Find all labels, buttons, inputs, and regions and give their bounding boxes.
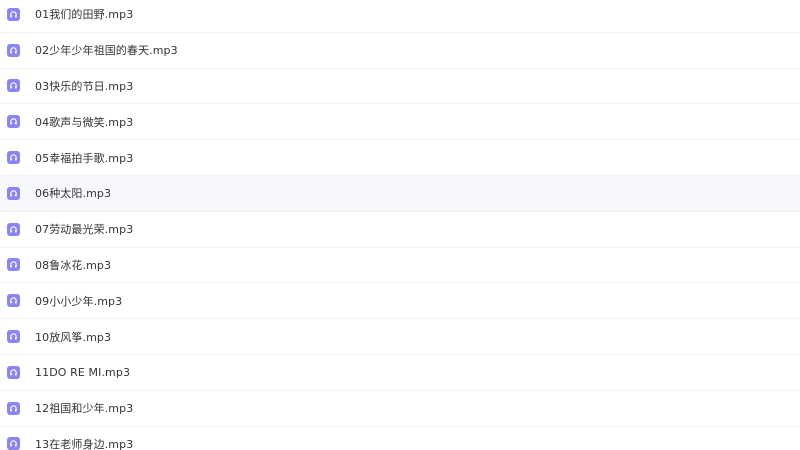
file-row[interactable]: 01我们的田野.mp3 <box>0 0 800 33</box>
file-row[interactable]: 08鲁冰花.mp3 <box>0 247 800 284</box>
file-name: 11DO RE MI.mp3 <box>35 365 131 379</box>
headphones-icon <box>7 401 20 415</box>
headphones-icon <box>7 7 20 21</box>
file-name: 04歌声与微笑.mp3 <box>35 115 134 129</box>
headphones-icon <box>7 186 20 200</box>
file-row[interactable]: 13在老师身边.mp3 <box>0 426 800 450</box>
headphones-icon <box>7 151 20 165</box>
file-row[interactable]: 10放风筝.mp3 <box>0 319 800 355</box>
file-row[interactable]: 05幸福拍手歌.mp3 <box>0 140 800 176</box>
headphones-icon <box>7 258 20 272</box>
file-row[interactable]: 06种太阳.mp3 <box>0 176 800 212</box>
file-row[interactable]: 09小小少年.mp3 <box>0 283 800 320</box>
headphones-icon <box>7 79 20 93</box>
file-name: 08鲁冰花.mp3 <box>35 258 112 272</box>
file-list: 01我们的田野.mp3 02少年少年祖国的春天.mp3 03快乐的节日.mp3 04歌… <box>0 0 800 450</box>
file-name: 03快乐的节日.mp3 <box>35 79 134 93</box>
headphones-icon <box>7 222 20 236</box>
file-name: 10放风筝.mp3 <box>35 330 112 344</box>
file-name: 01我们的田野.mp3 <box>35 8 134 22</box>
file-name: 13在老师身边.mp3 <box>35 437 134 450</box>
file-row[interactable]: 03快乐的节日.mp3 <box>0 68 800 105</box>
file-name: 07劳动最光荣.mp3 <box>35 223 134 237</box>
headphones-icon <box>7 43 20 57</box>
file-row[interactable]: 12祖国和少年.mp3 <box>0 390 800 427</box>
file-row[interactable]: 02少年少年祖国的春天.mp3 <box>0 32 800 69</box>
file-row[interactable]: 11DO RE MI.mp3 <box>0 355 800 391</box>
file-row[interactable]: 07劳动最光荣.mp3 <box>0 211 800 248</box>
file-name: 02少年少年祖国的春天.mp3 <box>35 44 178 58</box>
headphones-icon <box>7 437 20 450</box>
file-name: 06种太阳.mp3 <box>35 187 112 201</box>
file-row[interactable]: 04歌声与微笑.mp3 <box>0 104 800 141</box>
headphones-icon <box>7 330 20 344</box>
headphones-icon <box>7 294 20 308</box>
file-name: 09小小少年.mp3 <box>35 294 123 308</box>
headphones-icon <box>7 115 20 129</box>
file-name: 05幸福拍手歌.mp3 <box>35 151 134 165</box>
headphones-icon <box>7 365 20 379</box>
file-name: 12祖国和少年.mp3 <box>35 402 134 416</box>
